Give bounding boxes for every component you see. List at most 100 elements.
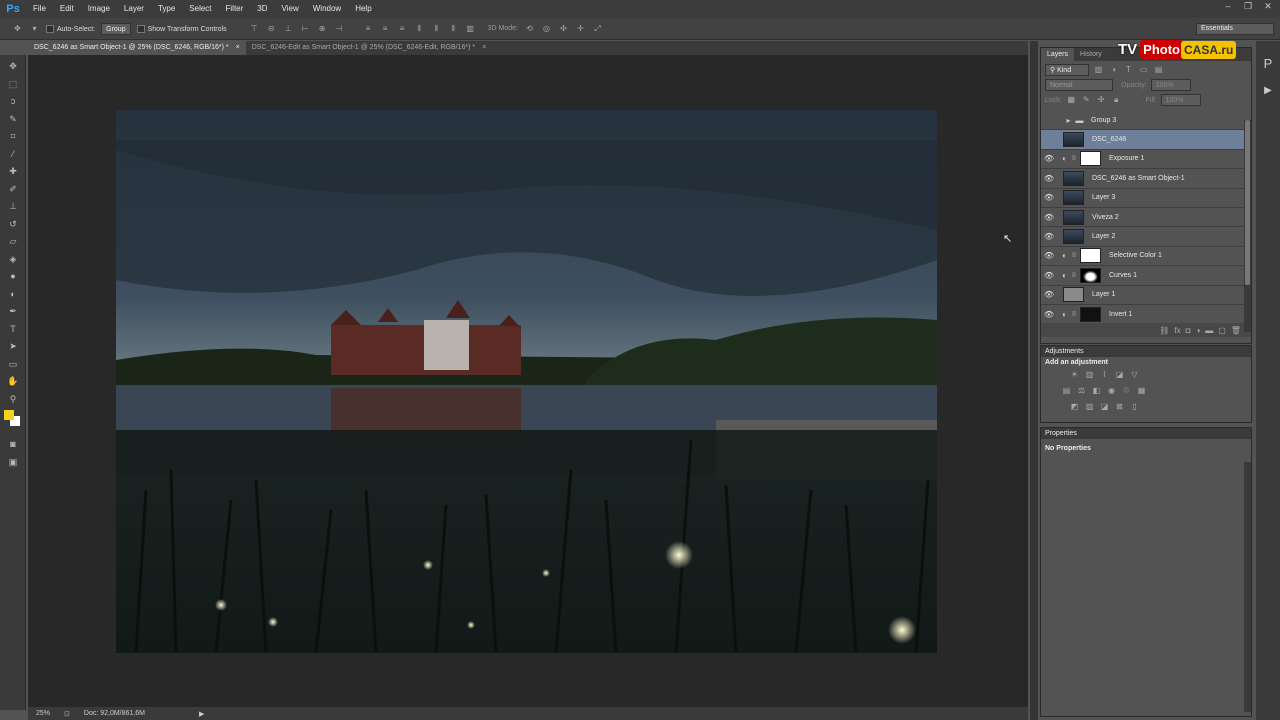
- link-layers-icon[interactable]: ⛓: [1159, 326, 1169, 335]
- chevron-down-icon[interactable]: ▾: [29, 24, 40, 34]
- foreground-color-swatch[interactable]: [4, 410, 14, 420]
- threshold-icon[interactable]: ◪: [1099, 402, 1110, 412]
- quick-select-tool-icon[interactable]: ✎: [0, 111, 26, 129]
- healing-brush-tool-icon[interactable]: ✚: [0, 163, 26, 181]
- color-balance-icon[interactable]: ⚖: [1076, 386, 1087, 396]
- black-white-icon[interactable]: ◧: [1091, 386, 1102, 396]
- path-select-tool-icon[interactable]: ➤: [0, 338, 26, 356]
- tab-layers[interactable]: Layers: [1041, 48, 1075, 61]
- minimize-icon[interactable]: –: [1220, 0, 1236, 12]
- color-lookup-icon[interactable]: ▦: [1136, 386, 1147, 396]
- close-tab-icon[interactable]: ×: [236, 44, 240, 51]
- mask-link-icon[interactable]: 8: [1070, 252, 1078, 259]
- tab-second-document[interactable]: DSC_6246-Edit as Smart Object-1 @ 25% (D…: [246, 41, 492, 55]
- distribute-hcenter-icon[interactable]: ⦀: [431, 24, 442, 34]
- status-icon[interactable]: ⊡: [64, 710, 70, 718]
- rectangle-tool-icon[interactable]: ▭: [0, 356, 26, 374]
- distribute-top-icon[interactable]: ≡: [363, 24, 374, 34]
- dodge-tool-icon[interactable]: ◐: [0, 286, 26, 304]
- visibility-eye-icon[interactable]: 👁︎: [1041, 135, 1057, 144]
- selective-color-icon[interactable]: ⊠: [1114, 402, 1125, 412]
- posterize-icon[interactable]: ▨: [1084, 402, 1095, 412]
- layer-row[interactable]: 👁︎ DSC_6246: [1041, 130, 1251, 150]
- layer-row[interactable]: 👁︎ Layer 2: [1041, 227, 1251, 247]
- kind-filter-dropdown[interactable]: ⚲ Kind: [1045, 64, 1089, 76]
- close-icon[interactable]: ✕: [1260, 0, 1276, 12]
- layer-row[interactable]: 👁︎ Layer 3: [1041, 189, 1251, 208]
- move-tool-icon[interactable]: ✥: [0, 58, 26, 76]
- gradient-map-icon[interactable]: ▯: [1129, 402, 1140, 412]
- eraser-tool-icon[interactable]: ▱: [0, 233, 26, 251]
- layer-row[interactable]: 👁︎ ▸▬ Group 3: [1041, 111, 1251, 131]
- visibility-eye-icon[interactable]: 👁︎: [1041, 116, 1057, 125]
- close-tab-icon[interactable]: ×: [482, 44, 486, 51]
- visibility-eye-icon[interactable]: 👁︎: [1041, 290, 1057, 299]
- distribute-bottom-icon[interactable]: ≡: [397, 24, 408, 34]
- auto-align-icon[interactable]: ▥: [465, 24, 476, 34]
- 3d-roll-icon[interactable]: ◎: [541, 24, 552, 34]
- eyedropper-tool-icon[interactable]: ⁄: [0, 146, 26, 164]
- layer-mask-thumbnail[interactable]: [1080, 248, 1101, 264]
- layer-row[interactable]: 👁︎ Layer 1: [1041, 286, 1251, 305]
- lock-pixels-icon[interactable]: ✎: [1081, 95, 1092, 105]
- align-top-icon[interactable]: ⊤: [249, 24, 260, 34]
- menu-select[interactable]: Select: [182, 0, 218, 18]
- distribute-vcenter-icon[interactable]: ≡: [380, 24, 391, 34]
- visibility-eye-icon[interactable]: 👁︎: [1041, 174, 1057, 183]
- distribute-left-icon[interactable]: ⦀: [414, 24, 425, 34]
- auto-select-checkbox[interactable]: Auto-Select:: [46, 24, 95, 33]
- menu-image[interactable]: Image: [81, 0, 117, 18]
- layers-scroll-thumb[interactable]: [1245, 120, 1250, 285]
- new-layer-icon[interactable]: ▢: [1218, 326, 1226, 335]
- hue-saturation-icon[interactable]: ▤: [1061, 386, 1072, 396]
- new-adjustment-icon[interactable]: ◑: [1195, 326, 1200, 335]
- marquee-tool-icon[interactable]: ⬚: [0, 76, 26, 94]
- layers-scrollbar[interactable]: [1244, 120, 1251, 332]
- layer-mask-thumbnail[interactable]: [1080, 151, 1101, 167]
- expand-arrow-icon[interactable]: ▸: [1063, 116, 1074, 125]
- layer-thumbnail[interactable]: [1063, 190, 1084, 206]
- filter-adjustment-icon[interactable]: ◑: [1108, 65, 1119, 75]
- brush-tool-icon[interactable]: ✐: [0, 181, 26, 199]
- mask-link-icon[interactable]: 8: [1070, 272, 1078, 279]
- visibility-eye-icon[interactable]: 👁︎: [1041, 154, 1057, 163]
- layer-row[interactable]: 👁︎ ◐ 8 Selective Color 1: [1041, 247, 1251, 267]
- fill-field[interactable]: 100%: [1160, 94, 1201, 106]
- lock-all-icon[interactable]: 🔒︎: [1111, 95, 1122, 105]
- filter-smart-object-icon[interactable]: ▤: [1153, 65, 1164, 75]
- quick-mask-icon[interactable]: ◙: [0, 436, 26, 454]
- menu-3d[interactable]: 3D: [250, 0, 274, 18]
- photo-filter-icon[interactable]: ◉: [1106, 386, 1117, 396]
- menu-layer[interactable]: Layer: [117, 0, 151, 18]
- layer-row[interactable]: 👁︎ ◐ 8 Curves 1: [1041, 266, 1251, 286]
- lock-transparent-icon[interactable]: ▦: [1066, 95, 1077, 105]
- add-mask-icon[interactable]: ◘: [1186, 326, 1191, 335]
- zoom-tool-icon[interactable]: ⚲: [0, 391, 26, 409]
- new-group-icon[interactable]: ▬: [1205, 326, 1213, 335]
- layer-row[interactable]: 👁︎ DSC_6246 as Smart Object-1: [1041, 169, 1251, 189]
- layer-mask-thumbnail[interactable]: [1080, 267, 1101, 283]
- channel-mixer-icon[interactable]: ♲: [1121, 386, 1132, 396]
- filter-pixel-icon[interactable]: ▨: [1093, 65, 1104, 75]
- 3d-rotate-icon[interactable]: ⟲: [524, 24, 535, 34]
- visibility-eye-icon[interactable]: 👁︎: [1041, 251, 1057, 260]
- mask-link-icon[interactable]: 8: [1070, 155, 1078, 162]
- layer-row[interactable]: 👁︎ ◐ 8 Exposure 1: [1041, 150, 1251, 170]
- visibility-eye-icon[interactable]: 👁︎: [1041, 271, 1057, 280]
- visibility-eye-icon[interactable]: 👁︎: [1041, 193, 1057, 202]
- align-left-icon[interactable]: ⊢: [300, 24, 311, 34]
- layer-mask-thumbnail[interactable]: [1080, 306, 1101, 322]
- 3d-scale-icon[interactable]: ⤢: [592, 24, 603, 34]
- workspace-dropdown[interactable]: Essentials: [1196, 23, 1274, 35]
- lasso-tool-icon[interactable]: ↄ: [0, 93, 26, 111]
- move-tool-icon[interactable]: ✥: [12, 24, 23, 34]
- layer-thumbnail[interactable]: [1063, 209, 1084, 225]
- blur-tool-icon[interactable]: ●: [0, 268, 26, 286]
- menu-edit[interactable]: Edit: [53, 0, 81, 18]
- blend-mode-dropdown[interactable]: Normal: [1045, 79, 1113, 91]
- menu-file[interactable]: File: [26, 0, 53, 18]
- layer-thumbnail[interactable]: [1063, 229, 1084, 245]
- clone-stamp-tool-icon[interactable]: ⊥: [0, 198, 26, 216]
- layer-thumbnail[interactable]: [1063, 287, 1084, 303]
- pen-tool-icon[interactable]: ✒: [0, 303, 26, 321]
